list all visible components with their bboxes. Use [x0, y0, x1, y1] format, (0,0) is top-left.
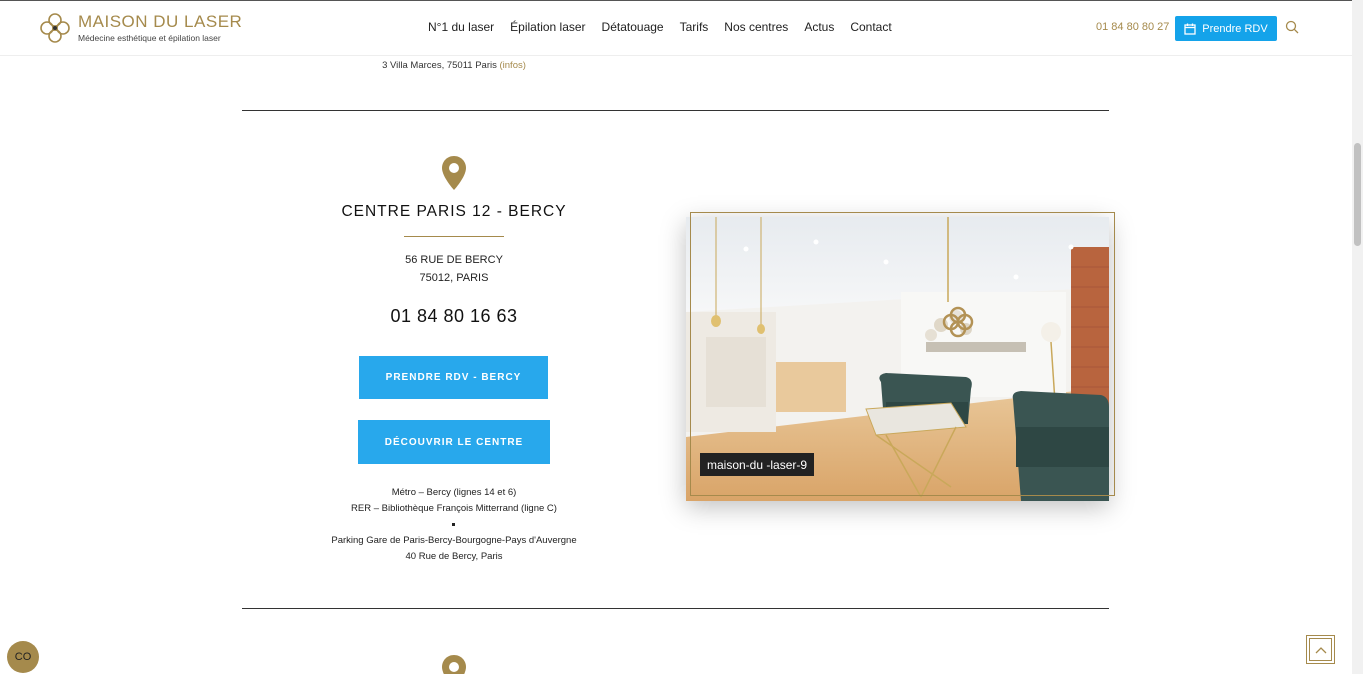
- next-location-pin-icon: [442, 655, 466, 674]
- cookie-consent-button[interactable]: CO: [7, 641, 39, 673]
- nav-item-actus[interactable]: Actus: [804, 20, 834, 34]
- title-underline: [404, 236, 504, 237]
- transport-metro: Métro – Bercy (lignes 14 et 6): [391, 487, 517, 498]
- chevron-up-icon: [1315, 646, 1326, 653]
- center-street: 56 RUE DE BERCY: [405, 254, 503, 266]
- scrollbar-thumb[interactable]: [1354, 143, 1361, 246]
- scroll-to-top-button[interactable]: [1306, 635, 1335, 664]
- header-rdv-button[interactable]: Prendre RDV: [1175, 16, 1277, 41]
- separator-dot: [452, 523, 455, 526]
- discover-center-button[interactable]: DÉCOUVRIR LE CENTRE: [358, 420, 550, 464]
- location-pin-icon: [442, 156, 466, 190]
- page-scrollbar[interactable]: [1352, 0, 1363, 674]
- main-nav: N°1 du laser Épilation laser Détatouage …: [428, 20, 892, 34]
- center-city: 75012, PARIS: [419, 272, 489, 284]
- header-phone[interactable]: 01 84 80 80 27: [1096, 21, 1169, 33]
- logo-tagline: Médecine esthétique et épilation laser: [78, 32, 221, 43]
- nav-item-tarifs[interactable]: Tarifs: [680, 20, 709, 34]
- calendar-icon: [1184, 23, 1196, 35]
- section-divider: [242, 110, 1109, 111]
- parking-address: 40 Rue de Bercy, Paris: [405, 551, 503, 562]
- rdv-bercy-button[interactable]: PRENDRE RDV - BERCY: [359, 356, 548, 399]
- clover-logo-icon: [40, 13, 70, 43]
- search-icon[interactable]: [1285, 20, 1299, 34]
- transport-rer: RER – Bibliothèque François Mitterrand (…: [351, 503, 557, 514]
- section-divider-bottom: [242, 608, 1109, 609]
- photo-caption: maison-du -laser-9: [700, 453, 815, 476]
- logo-title: MAISON DU LASER: [78, 11, 243, 31]
- nav-item-detatouage[interactable]: Détatouage: [602, 20, 664, 34]
- previous-address-text: 3 Villa Marces, 75011 Paris: [382, 60, 497, 71]
- logo[interactable]: MAISON DU LASER Médecine esthétique et é…: [38, 11, 242, 45]
- center-phone[interactable]: 01 84 80 16 63: [242, 306, 666, 327]
- header-rdv-label: Prendre RDV: [1202, 22, 1268, 35]
- previous-infos-link[interactable]: (infos): [500, 60, 526, 71]
- parking-name: Parking Gare de Paris-Bercy-Bourgogne-Pa…: [331, 535, 577, 546]
- previous-center-address: 3 Villa Marces, 75011 Paris (infos): [242, 60, 666, 71]
- nav-item-centres[interactable]: Nos centres: [724, 20, 788, 34]
- nav-item-epilation[interactable]: Épilation laser: [510, 20, 585, 34]
- nav-item-contact[interactable]: Contact: [850, 20, 891, 34]
- nav-item-numero-1[interactable]: N°1 du laser: [428, 20, 494, 34]
- site-header: MAISON DU LASER Médecine esthétique et é…: [0, 0, 1352, 56]
- center-title: CENTRE PARIS 12 - BERCY: [341, 203, 567, 220]
